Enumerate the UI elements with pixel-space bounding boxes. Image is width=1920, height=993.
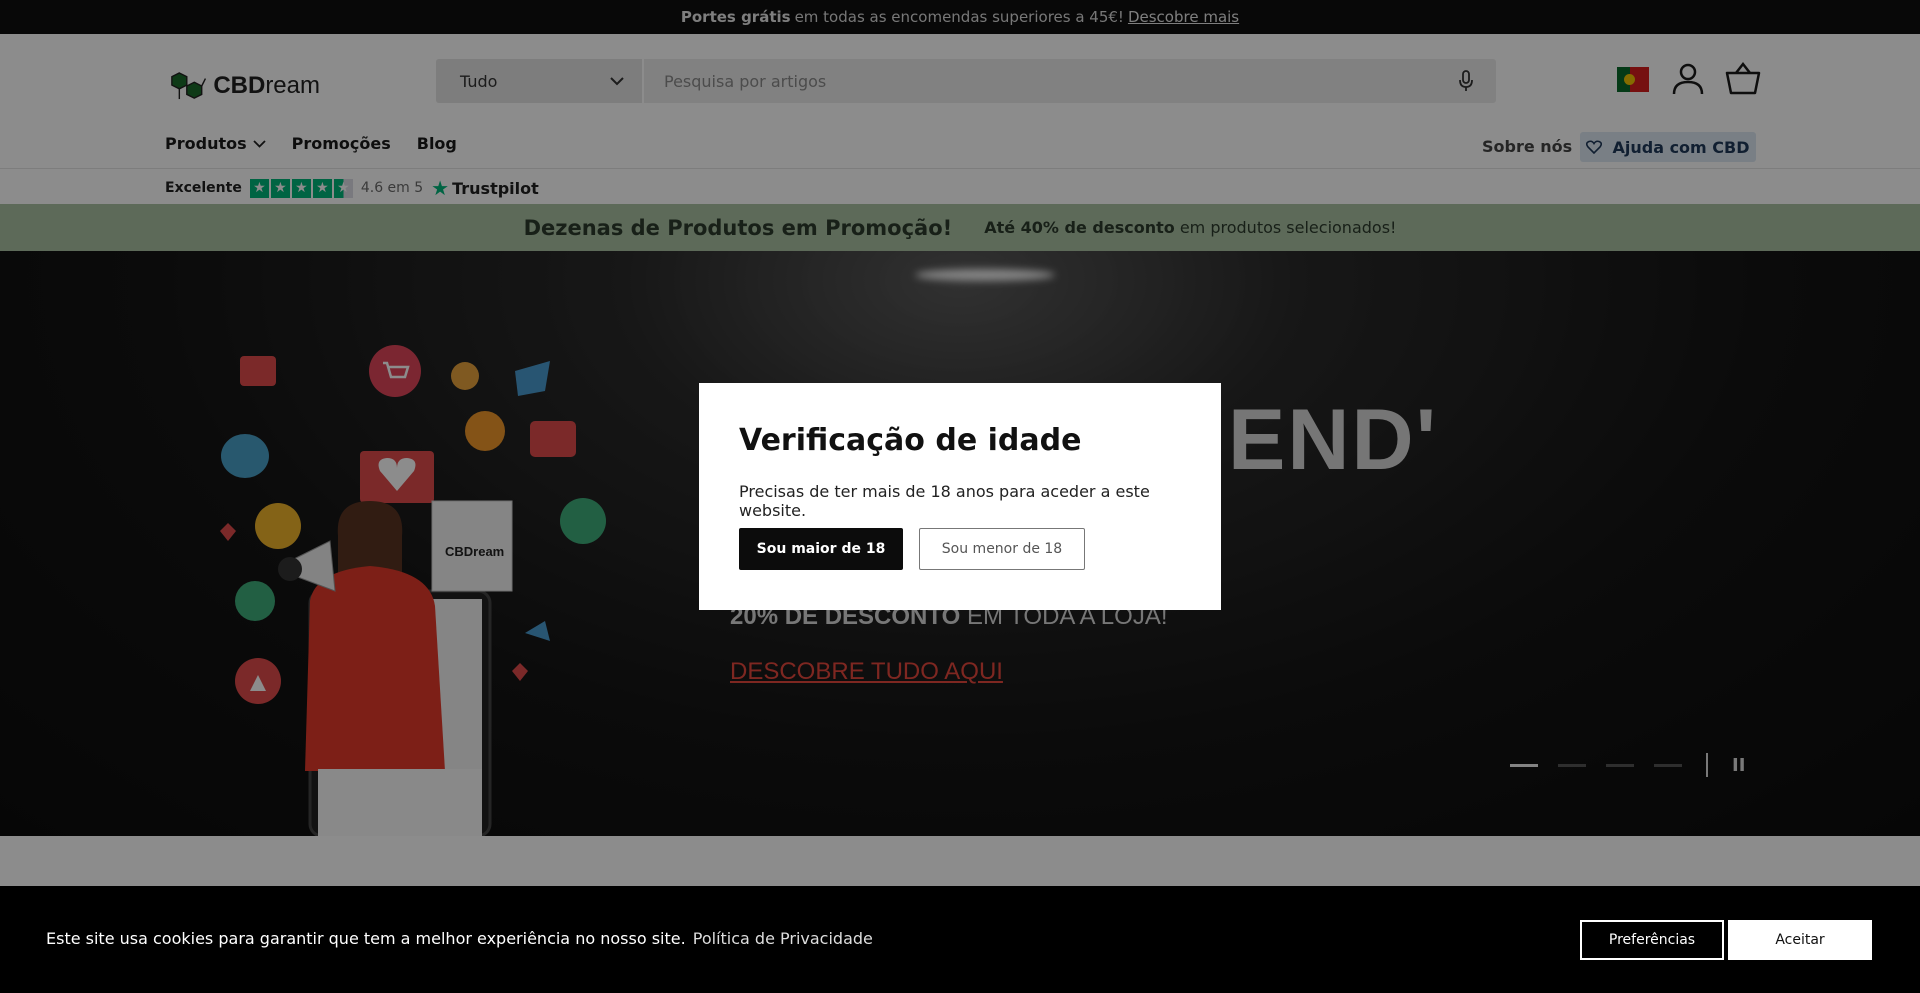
- modal-text: Precisas de ter mais de 18 anos para ace…: [739, 482, 1150, 520]
- modal-title: Verificação de idade: [739, 423, 1082, 458]
- age-verification-modal: Verificação de idade Precisas de ter mai…: [699, 383, 1221, 610]
- cookie-accept-button[interactable]: Aceitar: [1728, 920, 1872, 960]
- cookie-text: Este site usa cookies para garantir que …: [46, 929, 873, 948]
- modal-buttons: Sou maior de 18 Sou menor de 18: [739, 528, 1085, 570]
- cookie-banner: Este site usa cookies para garantir que …: [0, 886, 1920, 993]
- cookie-message: Este site usa cookies para garantir que …: [46, 929, 686, 948]
- under-18-button[interactable]: Sou menor de 18: [919, 528, 1085, 570]
- cookie-preferences-button[interactable]: Preferências: [1580, 920, 1724, 960]
- over-18-button[interactable]: Sou maior de 18: [739, 528, 903, 570]
- privacy-policy-link[interactable]: Política de Privacidade: [693, 929, 873, 948]
